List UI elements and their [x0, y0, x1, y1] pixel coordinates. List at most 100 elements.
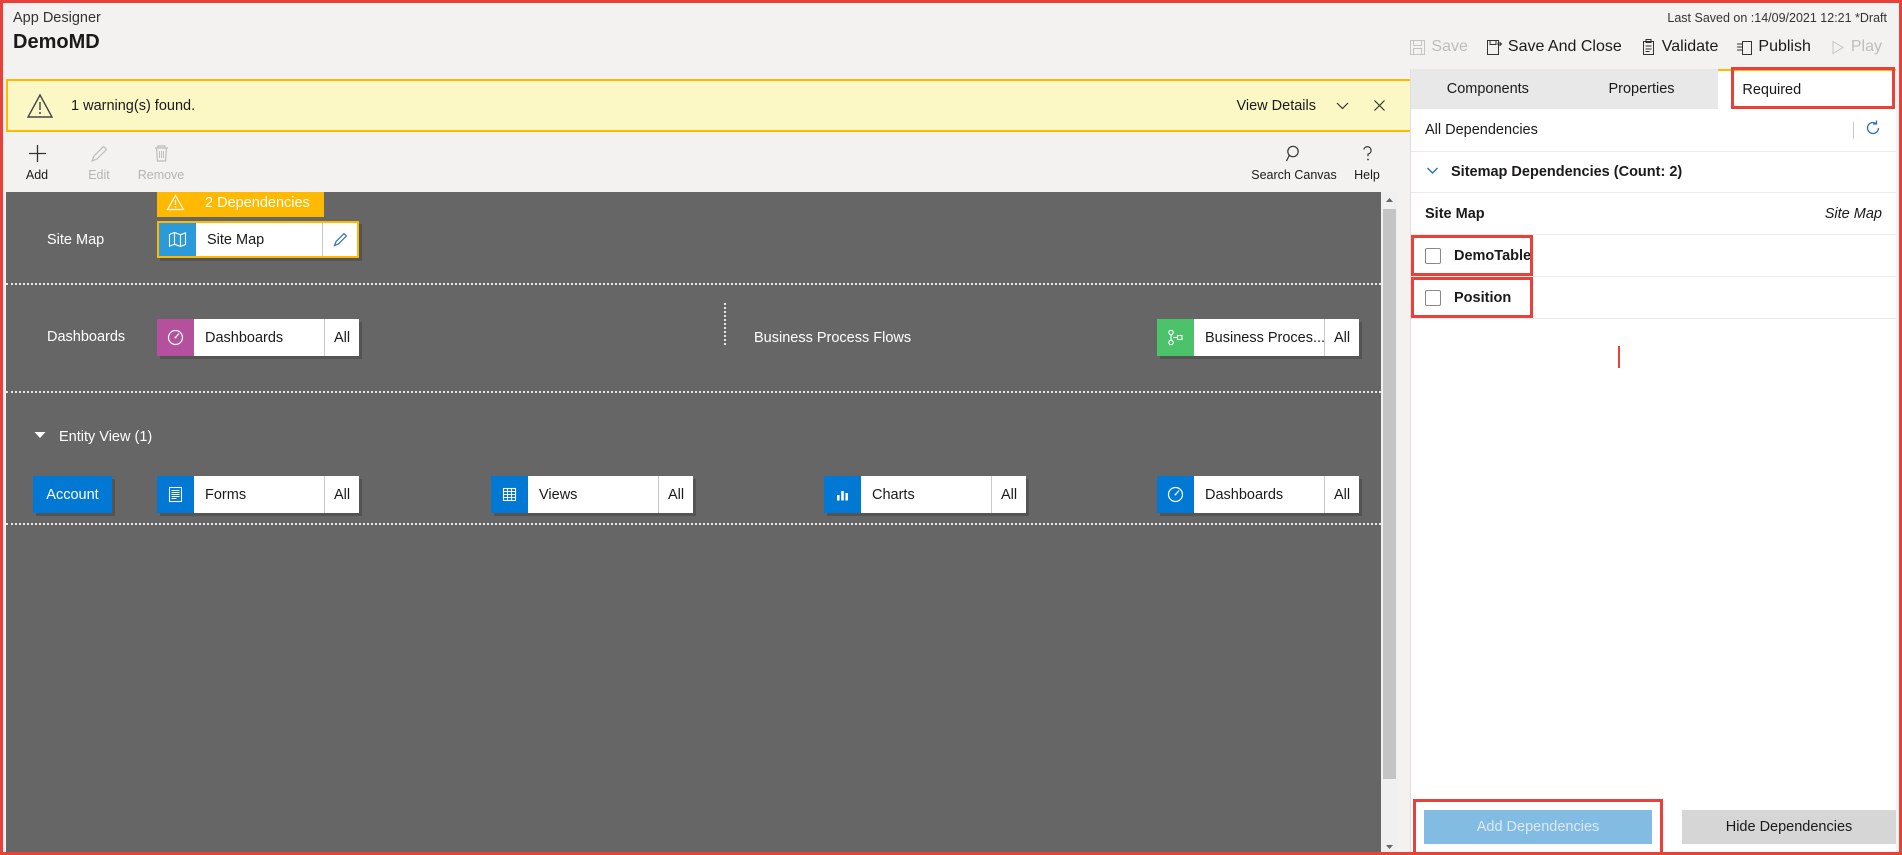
save-label: Save: [1431, 38, 1468, 55]
panel-tabs: Components Properties Required: [1411, 69, 1897, 109]
dashboard-icon: [1157, 476, 1194, 513]
sitemap-dependencies-group-header[interactable]: Sitemap Dependencies (Count: 2): [1411, 151, 1896, 192]
search-icon: [1284, 143, 1305, 165]
canvas-tile-charts-label: Charts: [872, 486, 915, 503]
column-divider: [724, 303, 726, 345]
row-divider: [6, 283, 1381, 285]
entity-pill-account[interactable]: Account: [33, 476, 112, 513]
text-caret-marker: [1618, 346, 1620, 368]
warning-actions: View Details: [1228, 91, 1412, 120]
row-label-sitemap: Site Map: [47, 232, 105, 248]
canvas-row-dashboards: Dashboards Dashboards All Business Proce…: [6, 283, 1381, 391]
view-details-link[interactable]: View Details: [1228, 92, 1324, 120]
canvas-row-entity-view: Entity View (1) Account Forms All Views …: [6, 391, 1381, 523]
play-label: Play: [1850, 38, 1882, 55]
sitemap-icon: [159, 223, 196, 256]
play-button[interactable]: Play: [1820, 33, 1891, 61]
canvas-tile-dashboards[interactable]: Dashboards All: [157, 319, 359, 356]
add-dependencies-button[interactable]: Add Dependencies: [1424, 810, 1652, 844]
dependency-label-demotable: DemoTable: [1454, 247, 1532, 264]
app-canvas: Site Map 2 Dependencies Site Map Dashboa…: [6, 192, 1398, 852]
edit-button[interactable]: Edit: [68, 143, 130, 182]
scroll-up-arrow[interactable]: [1381, 192, 1398, 209]
command-bar: Add Edit Remove Search Canvas Help: [6, 132, 1414, 192]
canvas-tile-bpf-label: Business Proces...: [1205, 329, 1324, 346]
trash-icon: [151, 143, 172, 165]
grid-icon: [491, 476, 528, 513]
search-canvas-button[interactable]: Search Canvas: [1246, 143, 1342, 182]
sitemap-dependency-badge[interactable]: 2 Dependencies: [157, 192, 324, 217]
panel-tab-strip: Components Properties Required: [1411, 67, 1897, 109]
canvas-tile-entity-dashboards-label: Dashboards: [1205, 486, 1284, 503]
warning-triangle-icon: [157, 193, 194, 212]
canvas-tile-views-scope: All: [658, 476, 693, 513]
validate-button[interactable]: Validate: [1631, 33, 1728, 61]
refresh-icon[interactable]: [1864, 119, 1882, 141]
sitemap-dependency-badge-label: 2 Dependencies: [205, 194, 310, 211]
canvas-tile-bpf-scope: All: [1324, 319, 1359, 356]
remove-button[interactable]: Remove: [130, 143, 192, 182]
publish-button[interactable]: Publish: [1727, 33, 1819, 61]
publish-label: Publish: [1758, 38, 1811, 55]
canvas-content: Site Map 2 Dependencies Site Map Dashboa…: [6, 192, 1381, 852]
scroll-down-arrow[interactable]: [1381, 838, 1398, 852]
app-designer-window: App Designer DemoMD Last Saved on :14/09…: [0, 0, 1902, 855]
dependency-row-demotable[interactable]: DemoTable: [1411, 235, 1896, 277]
canvas-tile-dashboards-scope: All: [324, 319, 359, 356]
tab-components[interactable]: Components: [1411, 69, 1565, 109]
help-button[interactable]: Help: [1342, 143, 1392, 182]
dependency-group-type: Site Map: [1824, 205, 1882, 222]
canvas-tile-sitemap-label: Site Map: [207, 231, 265, 248]
pencil-icon[interactable]: [322, 223, 357, 256]
canvas-row-sitemap: Site Map 2 Dependencies Site Map: [6, 192, 1381, 283]
process-flow-icon: [1157, 319, 1194, 356]
dependency-group-name: Site Map: [1425, 205, 1485, 222]
question-icon: [1357, 143, 1378, 165]
remove-label: Remove: [137, 167, 185, 182]
canvas-tile-forms[interactable]: Forms All: [157, 476, 359, 513]
help-label: Help: [1354, 167, 1380, 182]
canvas-tile-views[interactable]: Views All: [491, 476, 693, 513]
save-button[interactable]: Save: [1400, 33, 1476, 61]
all-dependencies-label: All Dependencies: [1425, 122, 1538, 138]
all-dependencies-row: All Dependencies: [1411, 109, 1896, 151]
entity-view-title: Entity View (1): [59, 429, 153, 445]
canvas-scrollbar-thumb[interactable]: [1383, 209, 1396, 779]
dependency-checkbox-demotable[interactable]: [1425, 247, 1441, 264]
play-icon: [1829, 39, 1846, 56]
search-canvas-label: Search Canvas: [1251, 167, 1337, 182]
dependency-row-position[interactable]: Position: [1411, 277, 1896, 319]
warning-banner: 1 warning(s) found. View Details: [6, 79, 1414, 132]
page-title: DemoMD: [13, 31, 100, 53]
add-button[interactable]: Add: [6, 143, 68, 182]
save-icon: [1409, 39, 1426, 56]
canvas-tile-charts-scope: All: [991, 476, 1026, 513]
canvas-tile-forms-label: Forms: [205, 486, 247, 503]
chevron-down-icon[interactable]: [1324, 91, 1361, 120]
canvas-tile-forms-scope: All: [324, 476, 359, 513]
canvas-tile-bpf[interactable]: Business Proces... All: [1157, 319, 1359, 356]
canvas-tile-entity-dashboards[interactable]: Dashboards All: [1157, 476, 1359, 513]
save-and-close-label: Save And Close: [1507, 38, 1622, 55]
save-and-close-button[interactable]: Save And Close: [1477, 33, 1631, 61]
add-label: Add: [25, 167, 49, 182]
canvas-tile-views-label: Views: [539, 486, 578, 503]
validate-icon: [1640, 38, 1657, 56]
canvas-tile-dashboards-label: Dashboards: [205, 329, 284, 346]
row-divider: [6, 391, 1381, 393]
bar-chart-icon: [824, 476, 861, 513]
required-dependencies-panel: Components Properties Required All Depen…: [1410, 67, 1897, 852]
tab-properties[interactable]: Properties: [1565, 69, 1719, 109]
entity-view-header[interactable]: Entity View (1): [32, 427, 152, 447]
canvas-scrollbar[interactable]: [1381, 192, 1398, 852]
dependency-checkbox-position[interactable]: [1425, 289, 1441, 306]
canvas-tile-sitemap[interactable]: Site Map: [157, 221, 359, 258]
tab-required[interactable]: Required: [1718, 69, 1897, 109]
dependency-group-header: Site Map Site Map: [1411, 192, 1896, 235]
warning-message: 1 warning(s) found.: [71, 97, 196, 114]
hide-dependencies-button[interactable]: Hide Dependencies: [1682, 810, 1896, 844]
divider: [1853, 121, 1854, 139]
close-icon[interactable]: [1361, 91, 1398, 120]
canvas-tile-charts[interactable]: Charts All: [824, 476, 1026, 513]
chevron-down-filled-icon: [32, 427, 48, 447]
